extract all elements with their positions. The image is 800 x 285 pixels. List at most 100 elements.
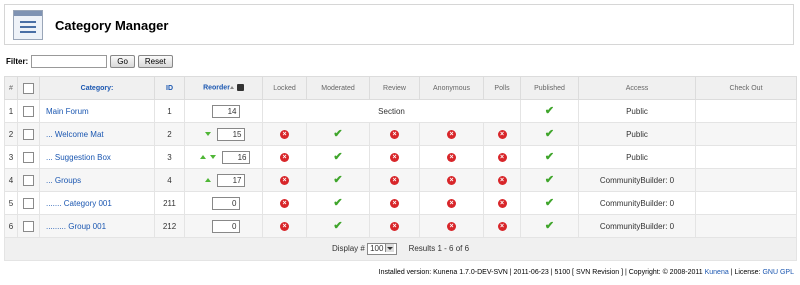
- checkmark-icon[interactable]: ✔: [545, 197, 554, 209]
- col-id[interactable]: ID: [154, 76, 185, 100]
- checkout-cell: [695, 191, 797, 215]
- cross-icon[interactable]: ×: [497, 199, 507, 208]
- col-checkout: Check Out: [695, 76, 797, 100]
- order-input[interactable]: 15: [216, 127, 245, 141]
- sort-asc-icon: [229, 86, 234, 90]
- kunena-link[interactable]: Kunena: [705, 269, 729, 276]
- col-published: Published: [520, 76, 579, 100]
- cross-icon[interactable]: ×: [280, 199, 289, 208]
- col-num: #: [4, 76, 18, 100]
- category-name-link[interactable]: ... Welcome Mat: [39, 122, 155, 146]
- cross-icon[interactable]: ×: [447, 199, 456, 208]
- row-checkbox[interactable]: [23, 151, 34, 163]
- checkmark-icon[interactable]: ✔: [545, 105, 554, 117]
- category-id: 1: [154, 99, 185, 123]
- checkmark-icon[interactable]: ✔: [545, 128, 554, 140]
- display-count-select[interactable]: 100: [367, 243, 398, 255]
- row-number: 6: [4, 214, 18, 238]
- published-status: ✔: [520, 122, 579, 146]
- filter-input[interactable]: [31, 54, 108, 68]
- category-name-link[interactable]: ....... Category 001: [39, 191, 155, 215]
- go-button[interactable]: Go: [110, 54, 135, 68]
- row-checkbox[interactable]: [23, 197, 34, 209]
- move-down-icon[interactable]: [204, 132, 211, 136]
- row-checkbox[interactable]: [23, 128, 34, 140]
- move-up-icon[interactable]: [204, 178, 211, 182]
- reorder-label[interactable]: Reorder: [203, 85, 230, 92]
- order-input[interactable]: 16: [221, 150, 250, 164]
- cross-icon[interactable]: ×: [447, 176, 456, 185]
- cross-icon[interactable]: ×: [497, 176, 507, 185]
- review-status: ×: [369, 122, 420, 146]
- col-select-all[interactable]: [17, 76, 40, 100]
- polls-status: ×: [483, 168, 521, 192]
- cross-icon[interactable]: ×: [390, 130, 399, 139]
- order-input[interactable]: 0: [211, 219, 240, 233]
- license-link[interactable]: GNU GPL: [762, 269, 794, 276]
- cross-icon[interactable]: ×: [497, 222, 507, 231]
- row-select[interactable]: [17, 145, 40, 169]
- page-header: Category Manager: [4, 4, 794, 45]
- reorder-cell: 0: [184, 214, 263, 238]
- checkmark-icon[interactable]: ✔: [333, 174, 342, 186]
- row-select[interactable]: [17, 122, 40, 146]
- cross-icon[interactable]: ×: [497, 130, 507, 139]
- row-checkbox[interactable]: [23, 220, 34, 232]
- move-down-icon[interactable]: [209, 155, 216, 159]
- category-name-link[interactable]: ... Groups: [39, 168, 155, 192]
- cross-icon[interactable]: ×: [280, 176, 289, 185]
- polls-status: ×: [483, 214, 521, 238]
- row-checkbox[interactable]: [23, 174, 34, 186]
- row-select[interactable]: [17, 214, 40, 238]
- reorder-cell: 15: [184, 122, 263, 146]
- row-number: 4: [4, 168, 18, 192]
- row-select[interactable]: [17, 99, 40, 123]
- select-all-checkbox[interactable]: [23, 82, 34, 94]
- checkmark-icon[interactable]: ✔: [333, 220, 342, 232]
- checkout-cell: [695, 122, 797, 146]
- save-order-icon[interactable]: [236, 84, 244, 92]
- version-footer: Installed version: Kunena 1.7.0-DEV-SVN …: [379, 269, 794, 276]
- cross-icon[interactable]: ×: [390, 153, 399, 162]
- cross-icon[interactable]: ×: [447, 222, 456, 231]
- reorder-cell: 0: [184, 191, 263, 215]
- category-id: 2: [154, 122, 185, 146]
- table-row: 1 Main Forum 1 14 Section ✔ Public: [4, 99, 797, 123]
- category-name-link[interactable]: ... Suggestion Box: [39, 145, 155, 169]
- row-select[interactable]: [17, 168, 40, 192]
- review-status: ×: [369, 214, 420, 238]
- cross-icon[interactable]: ×: [390, 222, 399, 231]
- cross-icon[interactable]: ×: [280, 153, 289, 162]
- row-checkbox[interactable]: [23, 105, 34, 117]
- reset-button[interactable]: Reset: [137, 54, 173, 68]
- checkmark-icon[interactable]: ✔: [333, 151, 342, 163]
- cross-icon[interactable]: ×: [390, 176, 399, 185]
- chevron-down-icon[interactable]: [385, 244, 395, 252]
- row-select[interactable]: [17, 191, 40, 215]
- checkmark-icon[interactable]: ✔: [333, 197, 342, 209]
- order-input[interactable]: 14: [211, 104, 240, 118]
- order-input[interactable]: 17: [216, 173, 245, 187]
- checkmark-icon[interactable]: ✔: [545, 151, 554, 163]
- checkmark-icon[interactable]: ✔: [333, 128, 342, 140]
- order-input[interactable]: 0: [211, 196, 240, 210]
- col-category[interactable]: Category:: [39, 76, 155, 100]
- footer-prefix: Installed version:: [378, 269, 432, 276]
- checkmark-icon[interactable]: ✔: [545, 174, 554, 186]
- category-name-link[interactable]: ......... Group 001: [39, 214, 155, 238]
- access-level: Public: [578, 99, 696, 123]
- cross-icon[interactable]: ×: [390, 199, 399, 208]
- category-name-link[interactable]: Main Forum: [39, 99, 155, 123]
- move-up-icon[interactable]: [199, 155, 206, 159]
- cross-icon[interactable]: ×: [280, 130, 289, 139]
- cross-icon[interactable]: ×: [447, 130, 456, 139]
- cross-icon[interactable]: ×: [497, 153, 507, 162]
- locked-status: ×: [262, 145, 307, 169]
- category-table: # Category: ID Reorder Locked Moderated …: [4, 76, 797, 261]
- filter-label: Filter:: [6, 56, 29, 66]
- cross-icon[interactable]: ×: [447, 153, 456, 162]
- col-reorder[interactable]: Reorder: [184, 76, 263, 100]
- checkmark-icon[interactable]: ✔: [545, 220, 554, 232]
- cross-icon[interactable]: ×: [280, 222, 289, 231]
- anonymous-status: ×: [419, 214, 484, 238]
